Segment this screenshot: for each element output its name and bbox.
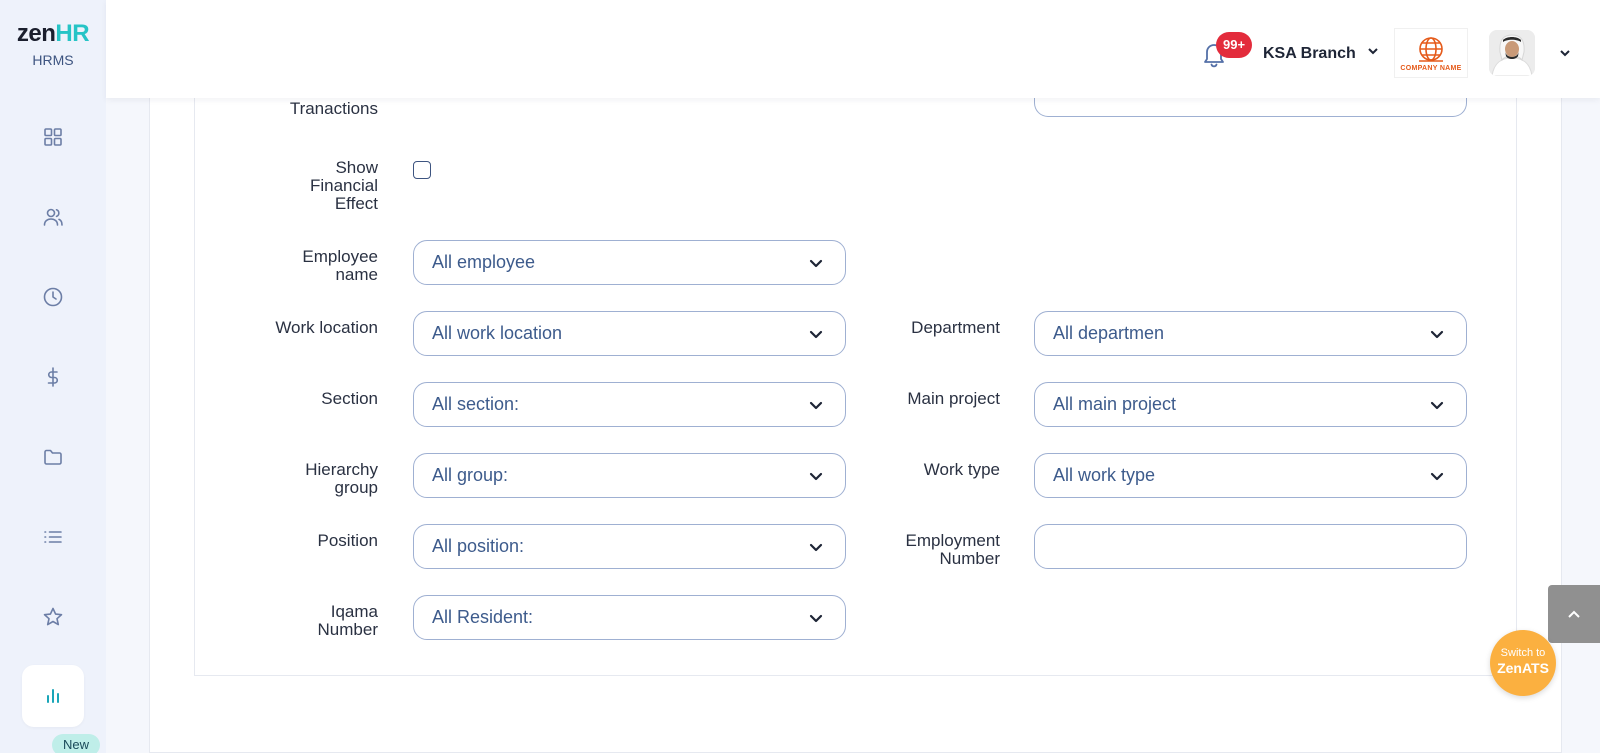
department-label: Department	[911, 318, 1000, 337]
employee-name-label: Employee name	[302, 247, 378, 284]
chevron-down-icon	[1430, 327, 1444, 341]
notification-count-badge: 99+	[1216, 32, 1253, 58]
dollar-icon[interactable]	[33, 357, 73, 397]
logo-subtitle: HRMS	[32, 52, 74, 68]
star-icon[interactable]	[33, 597, 73, 637]
section-label: Section	[321, 389, 378, 408]
bar-chart-icon[interactable]	[22, 665, 84, 727]
employment-number-input[interactable]	[1034, 524, 1467, 569]
work-location-label: Work location	[275, 318, 378, 337]
chevron-down-icon	[809, 611, 823, 625]
zenats-label: ZenATS	[1497, 660, 1549, 676]
work-type-select[interactable]: All work type	[1034, 453, 1467, 498]
zenhr-logo[interactable]: zenHR HRMS	[0, 22, 106, 69]
hierarchy-group-value: All group:	[432, 465, 509, 485]
chevron-down-icon	[1430, 398, 1444, 412]
employee-name-select[interactable]: All employee	[413, 240, 846, 285]
branch-selector[interactable]: KSA Branch	[1263, 44, 1380, 63]
main-project-select[interactable]: All main project	[1034, 382, 1467, 427]
work-location-select[interactable]: All work location	[413, 311, 846, 356]
transactions-label: Tranactions	[289, 99, 378, 118]
chevron-down-icon	[809, 469, 823, 483]
branch-name: KSA Branch	[1263, 44, 1356, 62]
section-value: All section:	[432, 394, 520, 414]
main-project-value: All main project	[1053, 394, 1177, 414]
folder-icon[interactable]	[33, 437, 73, 477]
work-type-label: Work type	[923, 460, 1000, 479]
new-badge: New	[52, 734, 100, 753]
chevron-down-icon[interactable]	[1558, 46, 1572, 65]
main-project-label: Main project	[907, 389, 1000, 408]
iqama-number-select[interactable]: All Resident:	[413, 595, 846, 640]
chevron-up-icon	[1568, 610, 1580, 618]
iqama-number-value: All Resident:	[432, 607, 534, 627]
position-value: All position:	[432, 536, 525, 556]
grid-icon[interactable]	[33, 117, 73, 157]
section-select[interactable]: All section:	[413, 382, 846, 427]
iqama-number-label: Iqama Number	[317, 602, 378, 639]
company-name-text: COMPANY NAME	[1400, 64, 1462, 72]
chevron-down-icon	[1430, 469, 1444, 483]
chevron-down-icon	[1366, 44, 1380, 63]
company-logo[interactable]: COMPANY NAME	[1394, 28, 1468, 78]
list-icon[interactable]	[33, 517, 73, 557]
hierarchy-group-label: Hierarchy group	[305, 460, 378, 497]
position-select[interactable]: All position:	[413, 524, 846, 569]
chevron-down-icon	[809, 256, 823, 270]
show-financial-effect-checkbox[interactable]	[413, 161, 431, 179]
work-type-value: All work type	[1053, 465, 1156, 485]
clock-icon[interactable]	[33, 277, 73, 317]
work-location-value: All work location	[432, 323, 563, 343]
users-icon[interactable]	[33, 197, 73, 237]
department-select[interactable]: All departmen	[1034, 311, 1467, 356]
position-label: Position	[317, 531, 378, 550]
department-value: All departmen	[1053, 323, 1165, 343]
employment-number-label: Employment Number	[905, 531, 1000, 568]
top-header: 99+ KSA Branch COMPANY NAME	[106, 0, 1600, 98]
hierarchy-group-select[interactable]: All group:	[413, 453, 846, 498]
switch-to-zenats-button[interactable]: Switch to ZenATS	[1490, 630, 1556, 696]
switch-to-label: Switch to	[1500, 647, 1546, 659]
sidebar: zenHR HRMS New	[0, 0, 106, 753]
chevron-down-icon	[809, 327, 823, 341]
scroll-to-top-button[interactable]	[1548, 585, 1600, 643]
chevron-down-icon	[809, 398, 823, 412]
show-financial-effect-label: Show Financial Effect	[309, 158, 378, 213]
avatar[interactable]	[1489, 30, 1535, 76]
employee-name-value: All employee	[432, 252, 536, 272]
filters-panel	[194, 40, 1517, 676]
chevron-down-icon	[809, 540, 823, 554]
